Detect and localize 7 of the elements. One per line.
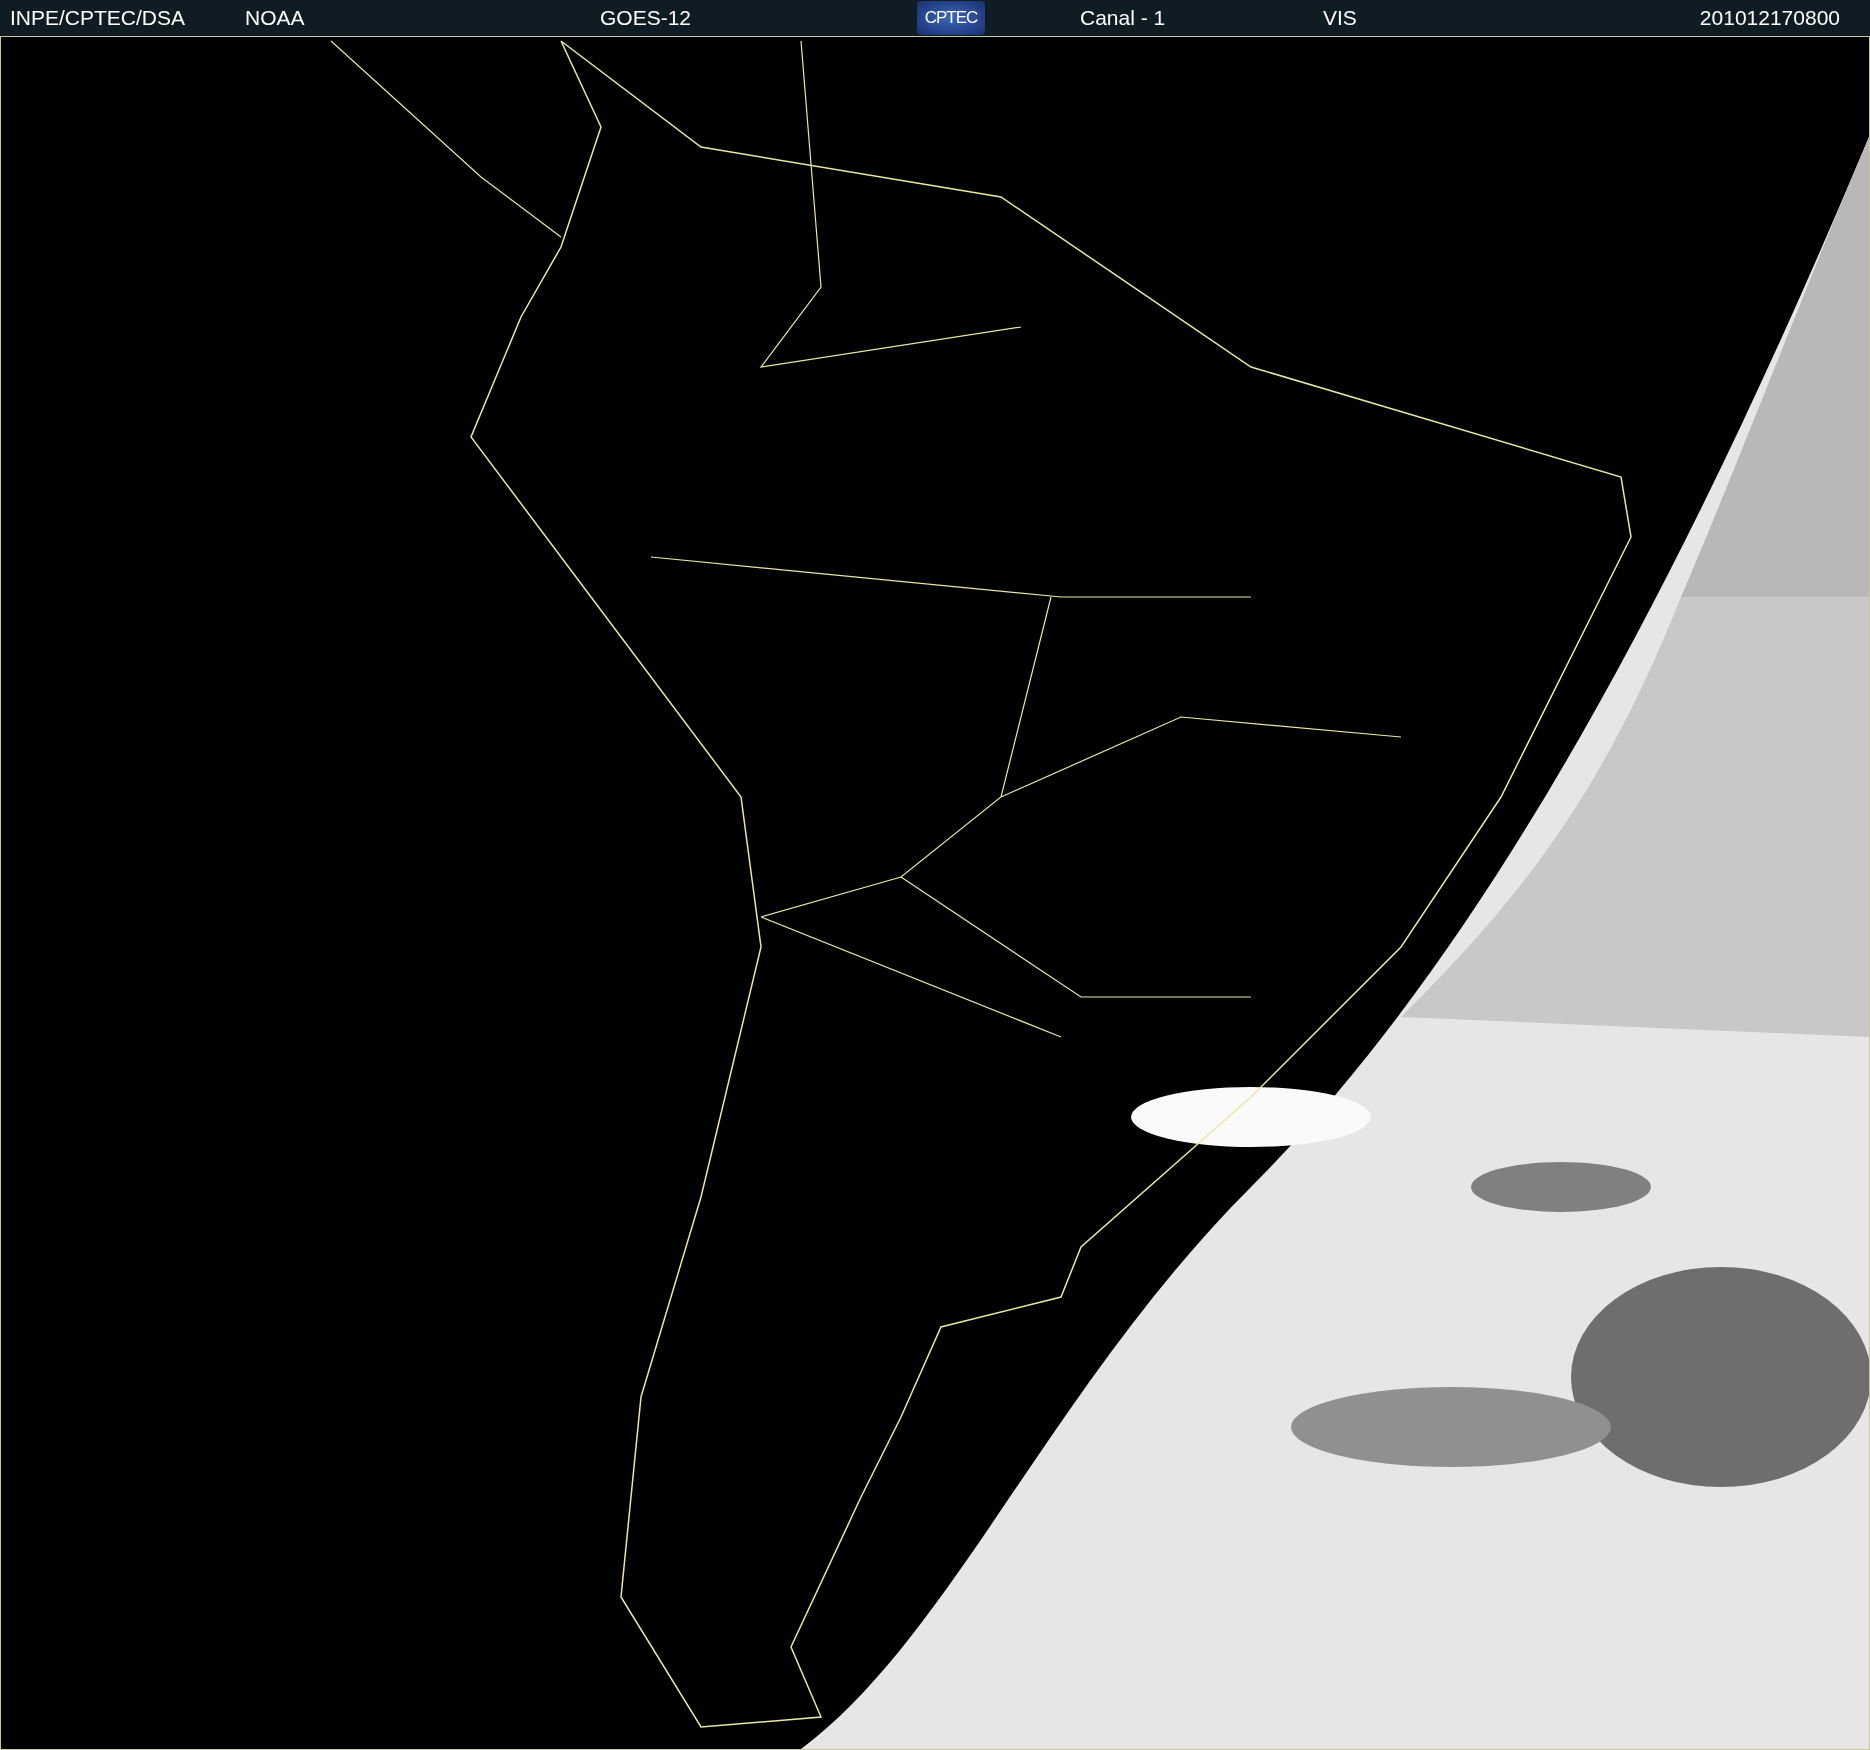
header-label: VIS [1323,5,1358,32]
header-label: NOAA [245,5,306,32]
logo: CPTEC [917,1,985,35]
header-label: Canal - 1 [1080,5,1167,32]
header-label: INPE/CPTEC/DSA [10,5,187,32]
header-label: 201012170800 [1699,5,1840,32]
header-label: GOES-12 [600,5,693,32]
